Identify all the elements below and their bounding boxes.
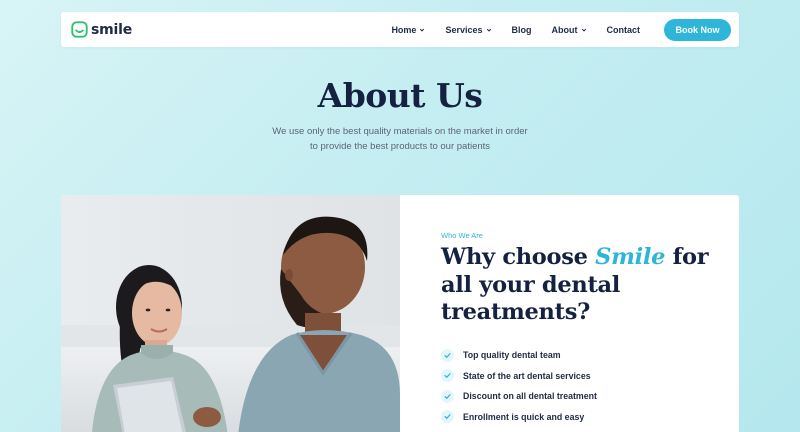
chevron-down-icon [581, 28, 586, 32]
nav-links: Home Services Blog About Contact Book No… [391, 18, 731, 41]
logo[interactable]: smile [71, 21, 132, 38]
feature-label: Top quality dental team [463, 350, 561, 361]
nav-item-home[interactable]: Home [391, 25, 425, 35]
nav-item-contact[interactable]: Contact [607, 25, 641, 35]
dentist-consultation-photo [61, 195, 400, 432]
brand-name: smile [91, 21, 133, 38]
title-accent: Smile [595, 244, 666, 270]
feature-label: State of the art dental services [463, 370, 591, 381]
page-subtitle: We use only the best quality materials o… [250, 124, 550, 154]
check-icon [441, 389, 454, 403]
feature-item: State of the art dental services [441, 366, 731, 387]
feature-item: Enrollment is quick and easy [441, 407, 731, 428]
subtitle-line: We use only the best quality materials o… [272, 126, 528, 137]
nav-item-services[interactable]: Services [445, 25, 491, 35]
nav-item-label: Home [391, 24, 417, 35]
chevron-down-icon [486, 28, 491, 32]
nav-item-blog[interactable]: Blog [512, 25, 532, 35]
nav-item-label: About [551, 24, 578, 35]
feature-label: Discount on all dental treatment [463, 391, 597, 402]
photo-illustration [61, 195, 400, 432]
check-icon [441, 348, 454, 362]
check-icon [441, 410, 454, 424]
nav-item-about[interactable]: About [552, 25, 587, 35]
section-eyebrow: Who We Are [441, 231, 483, 240]
feature-list: Top quality dental team State of the art… [441, 345, 731, 427]
title-part: Why choose [441, 244, 596, 270]
nav-item-label: Blog [511, 24, 532, 35]
nav-item-label: Services [445, 24, 483, 35]
navbar: smile Home Services Blog About Contact B… [61, 12, 739, 47]
subtitle-line: to provide the best products to our pati… [309, 141, 491, 153]
feature-item: Discount on all dental treatment [441, 386, 731, 407]
feature-label: Enrollment is quick and easy [463, 411, 585, 422]
book-now-button[interactable]: Book Now [664, 18, 731, 41]
feature-item: Top quality dental team [441, 345, 731, 366]
check-icon [441, 369, 454, 383]
smile-logo-icon [71, 21, 88, 38]
nav-item-label: Contact [606, 24, 641, 35]
about-card: Who We Are Why choose Smile for all your… [61, 195, 739, 432]
about-content: Who We Are Why choose Smile for all your… [441, 231, 731, 427]
section-title: Why choose Smile for all your dental tre… [441, 244, 731, 327]
page-title: About Us [317, 76, 483, 115]
chevron-down-icon [420, 28, 425, 32]
